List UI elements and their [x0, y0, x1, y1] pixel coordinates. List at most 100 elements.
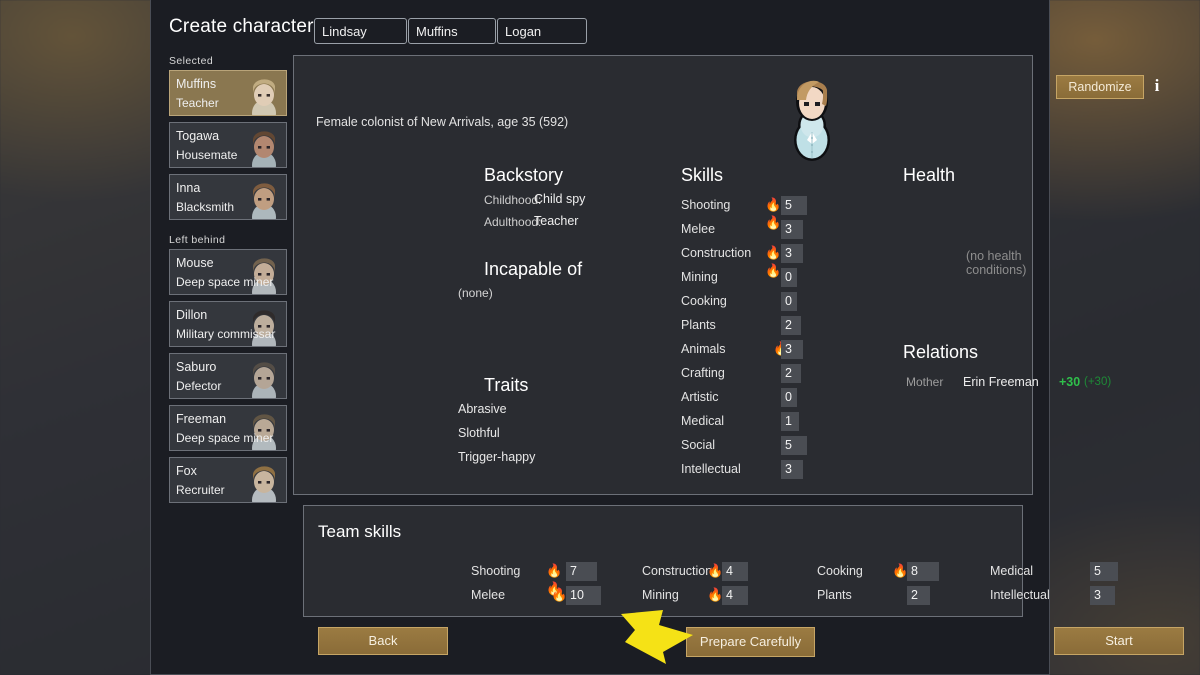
skill-level-value: 3: [785, 342, 792, 356]
passion-flame-icon: 🔥🔥: [765, 197, 781, 230]
passion-flame-icon: 🔥: [707, 563, 723, 578]
skill-level-value: 3: [785, 222, 792, 236]
team-skill-name: Cooking: [817, 564, 863, 578]
colonist-name: Muffins: [176, 77, 217, 91]
skill-name: Plants: [681, 318, 716, 332]
colonist-card[interactable]: Dillon Military commissar: [169, 301, 287, 347]
pawn-portrait: [794, 80, 830, 161]
prepare-carefully-button[interactable]: Prepare Carefully: [686, 627, 815, 657]
colonist-role: Military commissar: [176, 327, 276, 341]
skill-name: Mining: [681, 270, 718, 284]
colonist-role: Defector: [176, 379, 222, 393]
selected-group-label: Selected: [169, 55, 214, 67]
pawn-bio-line: Female colonist of New Arrivals, age 35 …: [316, 115, 569, 129]
team-skills-heading: Team skills: [318, 522, 402, 541]
team-skill-value: 10: [570, 588, 584, 602]
colonist-name: Dillon: [176, 308, 208, 322]
skill-level-value: 0: [785, 294, 792, 308]
passion-flame-icon: 🔥: [551, 587, 567, 602]
health-status: (no health conditions): [966, 249, 1027, 277]
colonist-card[interactable]: Fox Recruiter: [169, 457, 287, 503]
skill-level-value: 0: [785, 270, 792, 284]
colonist-name: Inna: [176, 181, 201, 195]
left-behind-colonists: Mouse Deep space miner Dillon Military comm…: [169, 249, 287, 503]
team-skill-value: 7: [570, 564, 577, 578]
page-title: Create characters: [169, 16, 324, 37]
team-skill-name: Melee: [471, 588, 506, 602]
relation-kind: Mother: [906, 375, 944, 389]
colonist-name: Mouse: [176, 256, 214, 270]
skill-level-value: 5: [785, 198, 792, 212]
colonist-role: Teacher: [176, 96, 219, 110]
skills-heading: Skills: [681, 165, 724, 185]
incapable-value: (none): [458, 286, 493, 300]
colonist-role: Housemate: [176, 148, 238, 162]
colonist-name: Saburo: [176, 360, 217, 374]
team-skill-value: 3: [1094, 588, 1101, 602]
team-skill-name: Construction: [642, 564, 713, 578]
skill-level-value: 2: [785, 318, 792, 332]
skill-level-value: 3: [785, 462, 792, 476]
colonist-role: Blacksmith: [176, 200, 235, 214]
info-icon[interactable]: i: [1151, 76, 1163, 96]
skill-name: Shooting: [681, 198, 731, 212]
colonist-card[interactable]: Togawa Housemate: [169, 122, 287, 168]
colonist-card[interactable]: Inna Blacksmith: [169, 174, 287, 220]
colonist-role: Recruiter: [176, 483, 225, 497]
adulthood-value[interactable]: Teacher: [534, 214, 578, 228]
team-skill-name: Mining: [642, 588, 679, 602]
childhood-value[interactable]: Child spy: [534, 192, 585, 206]
randomize-button[interactable]: Randomize: [1056, 75, 1144, 99]
skill-name: Melee: [681, 222, 716, 236]
back-button[interactable]: Back: [318, 627, 448, 655]
create-characters-dialog: Create characters Selected Muffins Teache…: [150, 0, 1184, 675]
skill-name: Construction: [681, 246, 752, 260]
left-behind-group-label: Left behind: [169, 234, 226, 246]
team-skill-value: 5: [1094, 564, 1101, 578]
skill-level-value: 0: [785, 390, 792, 404]
colonist-card[interactable]: Mouse Deep space miner: [169, 249, 287, 295]
colonist-card[interactable]: Freeman Deep space miner: [169, 405, 287, 451]
first-name-input[interactable]: [314, 18, 407, 44]
start-button[interactable]: Start: [1054, 627, 1184, 655]
trait-item[interactable]: Trigger-happy: [458, 450, 535, 464]
skill-name: Artistic: [681, 390, 719, 404]
colonist-name: Freeman: [176, 412, 227, 426]
colonist-card[interactable]: Saburo Defector: [169, 353, 287, 399]
nick-name-input[interactable]: [408, 18, 496, 44]
colonist-name: Fox: [176, 464, 197, 478]
skill-name: Animals: [681, 342, 726, 356]
health-heading: Health: [903, 165, 956, 185]
passion-flame-icon: 🔥: [892, 563, 908, 578]
team-skill-name: Shooting: [471, 564, 521, 578]
adulthood-label: Adulthood:: [484, 215, 542, 229]
relation-name[interactable]: Erin Freeman: [963, 375, 1039, 389]
childhood-label: Childhood:: [484, 193, 542, 207]
skill-name: Intellectual: [681, 462, 741, 476]
skill-name: Crafting: [681, 366, 725, 380]
trait-item[interactable]: Abrasive: [458, 402, 507, 416]
backstory-heading: Backstory: [484, 165, 564, 185]
skill-level-value: 5: [785, 438, 792, 452]
selected-colonists: Muffins Teacher Togawa Housemate Inna Blacksm…: [169, 70, 287, 220]
colonist-name: Togawa: [176, 129, 220, 143]
passion-flame-icon: 🔥🔥: [765, 245, 781, 278]
colonist-role: Deep space miner: [176, 275, 274, 289]
colonist-role: Deep space miner: [176, 431, 274, 445]
team-skill-value: 4: [726, 564, 733, 578]
trait-item[interactable]: Slothful: [458, 426, 500, 440]
colonist-card[interactable]: Muffins Teacher: [169, 70, 287, 116]
relation-opinion: +30: [1059, 375, 1081, 389]
relation-opinion-secondary: (+30): [1084, 376, 1112, 388]
team-skill-value: 8: [911, 564, 918, 578]
team-skill-name: Medical: [990, 564, 1034, 578]
team-skill-value: 2: [911, 588, 918, 602]
team-skill-name: Plants: [817, 588, 852, 602]
team-skill-name: Intellectual: [990, 588, 1050, 602]
incapable-heading: Incapable of: [484, 259, 583, 279]
skill-name: Medical: [681, 414, 725, 428]
skill-level-value: 1: [785, 414, 792, 428]
colonist-list: Selected Muffins Teacher Togawa Housemate In…: [169, 55, 287, 509]
traits-heading: Traits: [484, 375, 529, 395]
last-name-input[interactable]: [497, 18, 587, 44]
